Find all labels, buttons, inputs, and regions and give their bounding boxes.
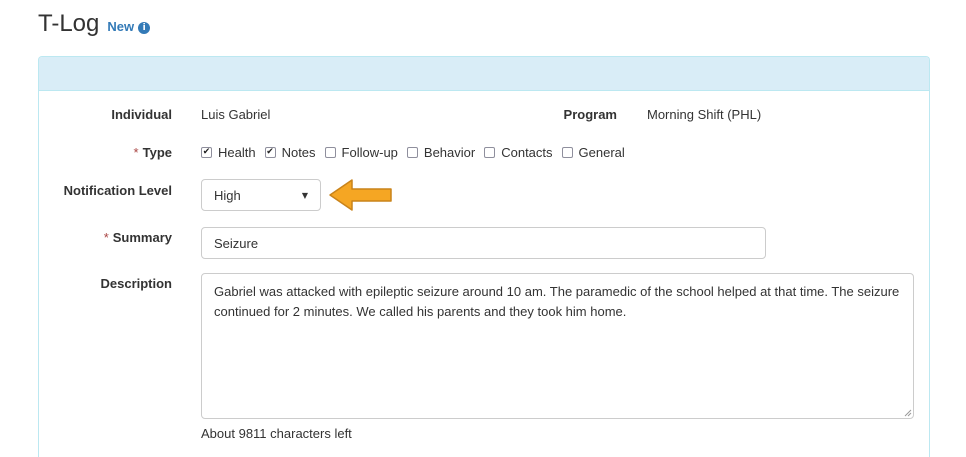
behavior-checkbox-label[interactable]: Behavior [424, 145, 475, 160]
individual-value: Luis Gabriel [201, 107, 271, 122]
description-text: Gabriel was attacked with epileptic seiz… [214, 284, 900, 319]
contacts-checkbox-label[interactable]: Contacts [501, 145, 552, 160]
type-label: * Type [133, 145, 172, 160]
notification-level-value: High [214, 187, 241, 203]
general-checkbox-label[interactable]: General [579, 145, 625, 160]
follow-up-checkbox-label[interactable]: Follow-up [342, 145, 398, 160]
type-checkbox-group: ✔ Health ✔ Notes Follow-up Behavior Contac… [201, 145, 634, 160]
resize-handle-icon[interactable] [904, 409, 912, 417]
left-arrow-icon [329, 179, 392, 211]
notification-level-label: Notification Level [63, 183, 172, 198]
program-label: Program [563, 107, 617, 122]
description-textarea[interactable]: Gabriel was attacked with epileptic seiz… [201, 273, 914, 419]
contacts-checkbox[interactable] [484, 147, 496, 158]
program-value: Morning Shift (PHL) [647, 107, 762, 122]
follow-up-checkbox[interactable] [324, 147, 336, 158]
description-label: Description [100, 276, 172, 291]
notes-checkbox[interactable]: ✔ [264, 147, 276, 158]
required-marker: * [133, 145, 139, 160]
individual-label: Individual [111, 107, 172, 122]
health-checkbox[interactable]: ✔ [201, 147, 212, 158]
summary-input[interactable]: Seizure [201, 227, 766, 259]
required-marker: * [103, 230, 109, 245]
page-header: T-Log New i [38, 10, 151, 38]
chevron-down-icon: ▼ [301, 190, 308, 200]
notes-checkbox-label[interactable]: Notes [282, 145, 316, 160]
panel-heading [39, 57, 929, 91]
info-circle-icon[interactable]: i [138, 22, 151, 34]
new-badge: New [107, 19, 135, 34]
notification-level-select[interactable]: High ▼ [201, 179, 321, 211]
behavior-checkbox[interactable] [406, 147, 418, 158]
characters-left-text: About 9811 characters left [201, 426, 352, 441]
page-title: T-Log [38, 10, 100, 37]
health-checkbox-label[interactable]: Health [218, 145, 256, 160]
general-checkbox[interactable] [561, 147, 573, 158]
summary-label: * Summary [103, 230, 172, 245]
